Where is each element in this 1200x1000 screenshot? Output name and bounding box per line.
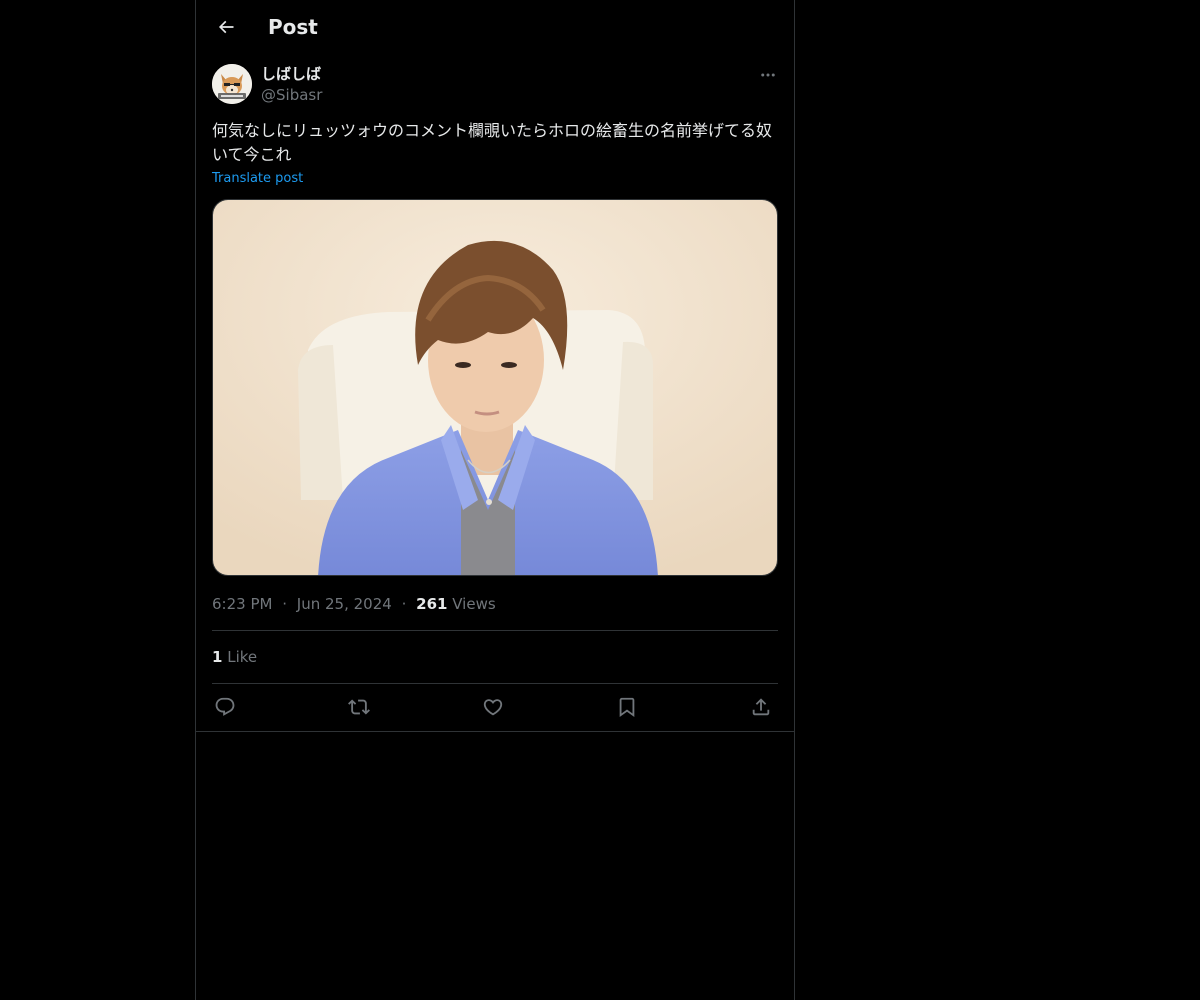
arrow-left-icon [218, 20, 234, 34]
divider [212, 630, 778, 631]
heart-icon [483, 699, 503, 716]
post-meta: 6:23 PM · Jun 25, 2024 · 261 Views [212, 594, 496, 614]
page-title: Post [268, 15, 318, 39]
like-button[interactable] [480, 694, 506, 720]
back-button[interactable] [208, 9, 244, 45]
reply-button[interactable] [212, 694, 238, 720]
divider [212, 683, 778, 684]
post-header: Post [196, 0, 794, 53]
bookmark-icon [619, 697, 635, 718]
views-count: 261 [416, 595, 448, 613]
post-text: 何気なしにリュッツォウのコメント欄覗いたらホロの絵畜生の名前挙げてる奴いて今これ [212, 121, 773, 164]
share-button[interactable] [748, 694, 774, 720]
repost-button[interactable] [346, 694, 372, 720]
meta-separator: · [282, 595, 288, 613]
fox-avatar-icon [212, 64, 252, 104]
meta-separator: · [401, 595, 407, 613]
more-options-button[interactable] [754, 64, 782, 86]
likes-link[interactable]: 1 Like [212, 647, 257, 667]
likes-label: Like [227, 648, 258, 666]
post-time[interactable]: 6:23 PM [212, 595, 272, 613]
repost-icon [348, 699, 370, 715]
bookmark-button[interactable] [614, 694, 640, 720]
views-label: Views [452, 595, 496, 613]
ellipsis-icon [761, 73, 775, 77]
action-bar [212, 694, 778, 720]
post-media[interactable] [212, 199, 778, 576]
divider [196, 731, 794, 732]
post-date[interactable]: Jun 25, 2024 [297, 595, 392, 613]
post-photo [213, 200, 777, 575]
author-handle[interactable]: @Sibasr [261, 85, 322, 105]
author-display-name[interactable]: しばしば [261, 64, 321, 84]
likes-count: 1 [212, 648, 223, 666]
reply-icon [215, 697, 235, 716]
avatar[interactable] [212, 64, 252, 104]
post-column: Post しばしば @Sibasr 何気なしにリュッツォウのコメント欄覗いたらホ… [195, 0, 795, 1000]
share-icon [752, 698, 770, 716]
translate-post-link[interactable]: Translate post [212, 170, 303, 188]
